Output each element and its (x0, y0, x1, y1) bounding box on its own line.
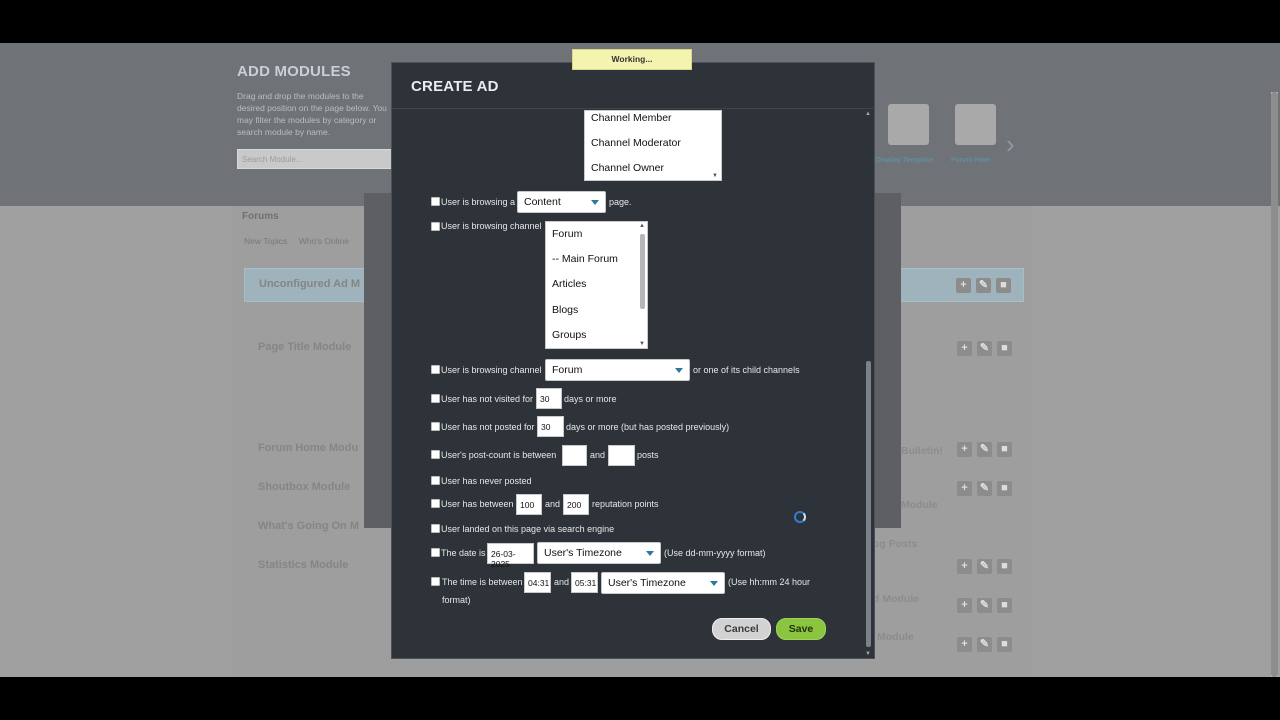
time-label: The time is between (442, 577, 523, 587)
working-indicator: Working... (572, 49, 692, 70)
posts-label: posts (637, 450, 659, 460)
time-timezone-select[interactable]: User's Timezone (601, 572, 725, 594)
time-format-hint-cont: format) (442, 595, 471, 605)
browsing-channel-label: User is browsing channel (441, 221, 542, 231)
list-item[interactable]: Groups (552, 329, 586, 341)
not-visited-checkbox[interactable] (431, 394, 440, 403)
modal-content: Channel Member Channel Moderator Channel… (0, 0, 1280, 720)
browsing-channel-child-checkbox[interactable] (431, 365, 440, 374)
not-visited-suffix: days or more (564, 394, 617, 404)
date-label: The date is (441, 548, 486, 558)
chevron-down-icon (710, 581, 718, 586)
browsing-channel-child-label: User is browsing channel (441, 365, 542, 375)
scroll-down-icon[interactable]: ▼ (639, 341, 645, 347)
time-start-input[interactable]: 04:31 (524, 572, 551, 593)
date-input[interactable]: 26-03-2025 (487, 543, 534, 569)
list-item[interactable]: Channel Owner (591, 162, 664, 174)
and-label: and (590, 450, 606, 460)
list-item[interactable]: Blogs (552, 304, 578, 316)
post-count-min-input[interactable] (562, 445, 587, 466)
scroll-up-icon[interactable]: ▲ (639, 223, 645, 229)
usergroup-listbox[interactable]: Channel Member Channel Moderator Channel… (584, 110, 722, 181)
list-item[interactable]: Channel Member (591, 112, 672, 124)
not-posted-suffix: days or more (but has posted previously) (566, 422, 730, 432)
search-engine-checkbox[interactable] (431, 524, 440, 533)
search-engine-label: User landed on this page via search engi… (441, 524, 615, 534)
browsing-page-checkbox[interactable] (431, 197, 440, 206)
not-posted-days-input[interactable]: 30 (537, 416, 564, 437)
chevron-down-icon (646, 551, 654, 556)
list-item[interactable]: -- Main Forum (552, 253, 618, 265)
never-posted-label: User has never posted (441, 476, 532, 486)
and-label: and (545, 499, 561, 509)
and-label: and (554, 577, 570, 587)
post-count-checkbox[interactable] (431, 450, 440, 459)
browsing-channel-checkbox[interactable] (431, 222, 440, 231)
reputation-max-input[interactable]: 200 (563, 494, 589, 515)
date-checkbox[interactable] (431, 548, 440, 557)
reputation-checkbox[interactable] (431, 499, 440, 508)
chevron-down-icon (675, 368, 683, 373)
chevron-down-icon (591, 200, 599, 205)
cancel-button[interactable]: Cancel (712, 618, 771, 640)
time-end-input[interactable]: 05:31 (571, 572, 598, 593)
date-timezone-select[interactable]: User's Timezone (537, 542, 661, 564)
not-visited-label: User has not visited for (441, 394, 534, 404)
never-posted-checkbox[interactable] (431, 476, 440, 485)
page-type-select[interactable]: Content (517, 191, 606, 213)
post-count-label: User's post-count is between (441, 450, 557, 460)
listbox-scrollbar-thumb[interactable] (640, 234, 645, 309)
list-item[interactable]: Articles (552, 278, 586, 290)
time-checkbox[interactable] (431, 577, 440, 586)
reputation-label: User has between (441, 499, 514, 509)
child-channels-label: or one of its child channels (693, 365, 800, 375)
list-item[interactable]: Forum (552, 228, 582, 240)
channel-select[interactable]: Forum (545, 359, 690, 381)
save-button[interactable]: Save (776, 618, 826, 640)
time-format-hint: (Use hh:mm 24 hour (728, 577, 811, 587)
browsing-page-label: User is browsing a (441, 197, 516, 207)
post-count-max-input[interactable] (608, 445, 635, 466)
reputation-suffix: reputation points (592, 499, 659, 509)
page-suffix-label: page. (609, 197, 632, 207)
not-posted-label: User has not posted for (441, 422, 535, 432)
scroll-down-icon[interactable]: ▼ (712, 173, 718, 179)
list-item[interactable]: Channel Moderator (591, 137, 681, 149)
reputation-min-input[interactable]: 100 (516, 494, 542, 515)
not-posted-checkbox[interactable] (431, 422, 440, 431)
loading-spinner-icon (794, 511, 806, 523)
not-visited-days-input[interactable]: 30 (536, 388, 562, 409)
date-format-hint: (Use dd-mm-yyyy format) (664, 548, 766, 558)
channel-listbox[interactable]: Forum -- Main Forum Articles Blogs Group… (545, 221, 648, 349)
